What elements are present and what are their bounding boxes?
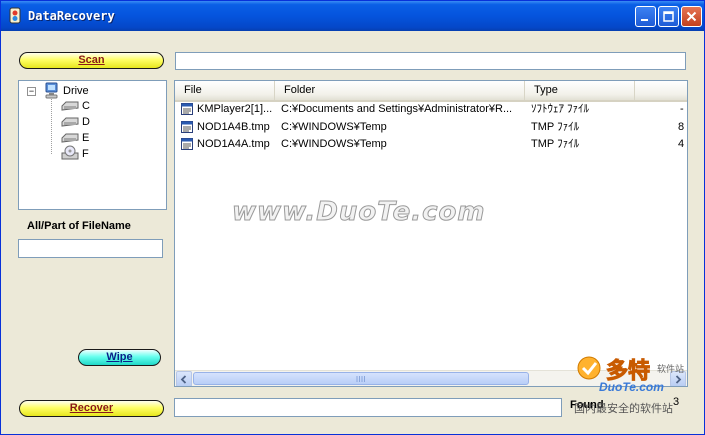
minimize-icon: [641, 19, 648, 21]
file-type: TMP ﾌｧｲﾙ: [531, 121, 580, 133]
column-header-type[interactable]: Type: [525, 81, 635, 100]
file-name: NOD1A4B.tmp: [197, 121, 270, 133]
minimize-button[interactable]: [635, 6, 656, 27]
file-extra: -: [680, 103, 684, 115]
hard-drive-icon: [61, 133, 79, 143]
file-folder: C:¥WINDOWS¥Temp: [281, 138, 387, 150]
grip-icon: [356, 376, 365, 382]
logo-icon: [577, 356, 601, 380]
scroll-thumb[interactable]: [193, 372, 529, 385]
column-header-folder[interactable]: Folder: [275, 81, 525, 100]
table-row[interactable]: KMPlayer2[1]... C:¥Documents and Setting…: [175, 101, 687, 117]
file-type: ｿﾌﾄｳｪｱ ﾌｧｲﾙ: [531, 103, 590, 115]
scroll-left-button[interactable]: [176, 371, 192, 386]
window-title: DataRecovery: [28, 9, 115, 23]
tree-root-drive[interactable]: Drive: [63, 84, 89, 98]
drive-label: F: [82, 148, 89, 160]
computer-icon: [45, 82, 58, 99]
file-extra: 4: [678, 138, 685, 150]
recover-path-field[interactable]: [174, 398, 562, 417]
scan-path-field[interactable]: [175, 52, 686, 70]
list-header: File Folder Type: [175, 81, 687, 102]
hard-drive-icon: [61, 117, 79, 127]
watermark-text: www.DuoTe.com: [232, 197, 486, 228]
drive-tree[interactable]: − Drive C D E F: [18, 80, 167, 210]
table-row[interactable]: NOD1A4B.tmp C:¥WINDOWS¥Temp TMP ﾌｧｲﾙ 8: [175, 119, 687, 135]
file-icon: [181, 103, 193, 115]
table-row[interactable]: NOD1A4A.tmp C:¥WINDOWS¥Temp TMP ﾌｧｲﾙ 4: [175, 136, 687, 152]
maximize-button[interactable]: [658, 6, 679, 27]
file-folder: C:¥Documents and Settings¥Administrator¥…: [281, 103, 513, 115]
close-button[interactable]: [681, 6, 702, 27]
drive-label: E: [82, 132, 90, 144]
recover-button[interactable]: Recover: [19, 400, 164, 417]
file-icon: [181, 121, 193, 133]
close-icon: [686, 11, 697, 22]
app-icon: [9, 7, 21, 24]
drive-label: D: [82, 116, 90, 128]
file-name: NOD1A4A.tmp: [197, 138, 270, 150]
tree-collapse-toggle[interactable]: −: [27, 87, 36, 96]
scan-button[interactable]: Scan: [19, 52, 164, 69]
tree-connector: [51, 99, 52, 154]
drive-label: C: [82, 100, 90, 112]
logo-subtitle: 软件站: [657, 364, 685, 374]
maximize-icon: [663, 11, 674, 22]
filename-filter-label: All/Part of FileName: [27, 220, 131, 232]
file-list[interactable]: File Folder Type KMPlayer2[1]... C:¥Docu…: [174, 80, 688, 387]
logo-slogan: 国内最安全的软件站: [574, 403, 673, 415]
wipe-button[interactable]: Wipe: [78, 349, 161, 366]
chevron-left-icon: [180, 375, 187, 384]
file-type: TMP ﾌｧｲﾙ: [531, 138, 580, 150]
file-extra: 8: [678, 121, 685, 133]
cd-drive-icon: [61, 145, 79, 160]
hard-drive-icon: [61, 101, 79, 111]
filename-filter-input[interactable]: [18, 239, 163, 258]
app-window: DataRecovery Scan − Drive C D E F All/Pa…: [0, 0, 705, 435]
logo-domain: DuoTe.com: [599, 380, 664, 394]
title-bar[interactable]: DataRecovery: [1, 1, 704, 31]
column-header-extra[interactable]: [635, 81, 687, 100]
file-folder: C:¥WINDOWS¥Temp: [281, 121, 387, 133]
file-name: KMPlayer2[1]...: [197, 103, 273, 115]
column-header-file[interactable]: File: [175, 81, 275, 100]
site-logo: 多特 软件站 DuoTe.com 国内最安全的软件站: [569, 353, 699, 419]
file-icon: [181, 138, 193, 150]
